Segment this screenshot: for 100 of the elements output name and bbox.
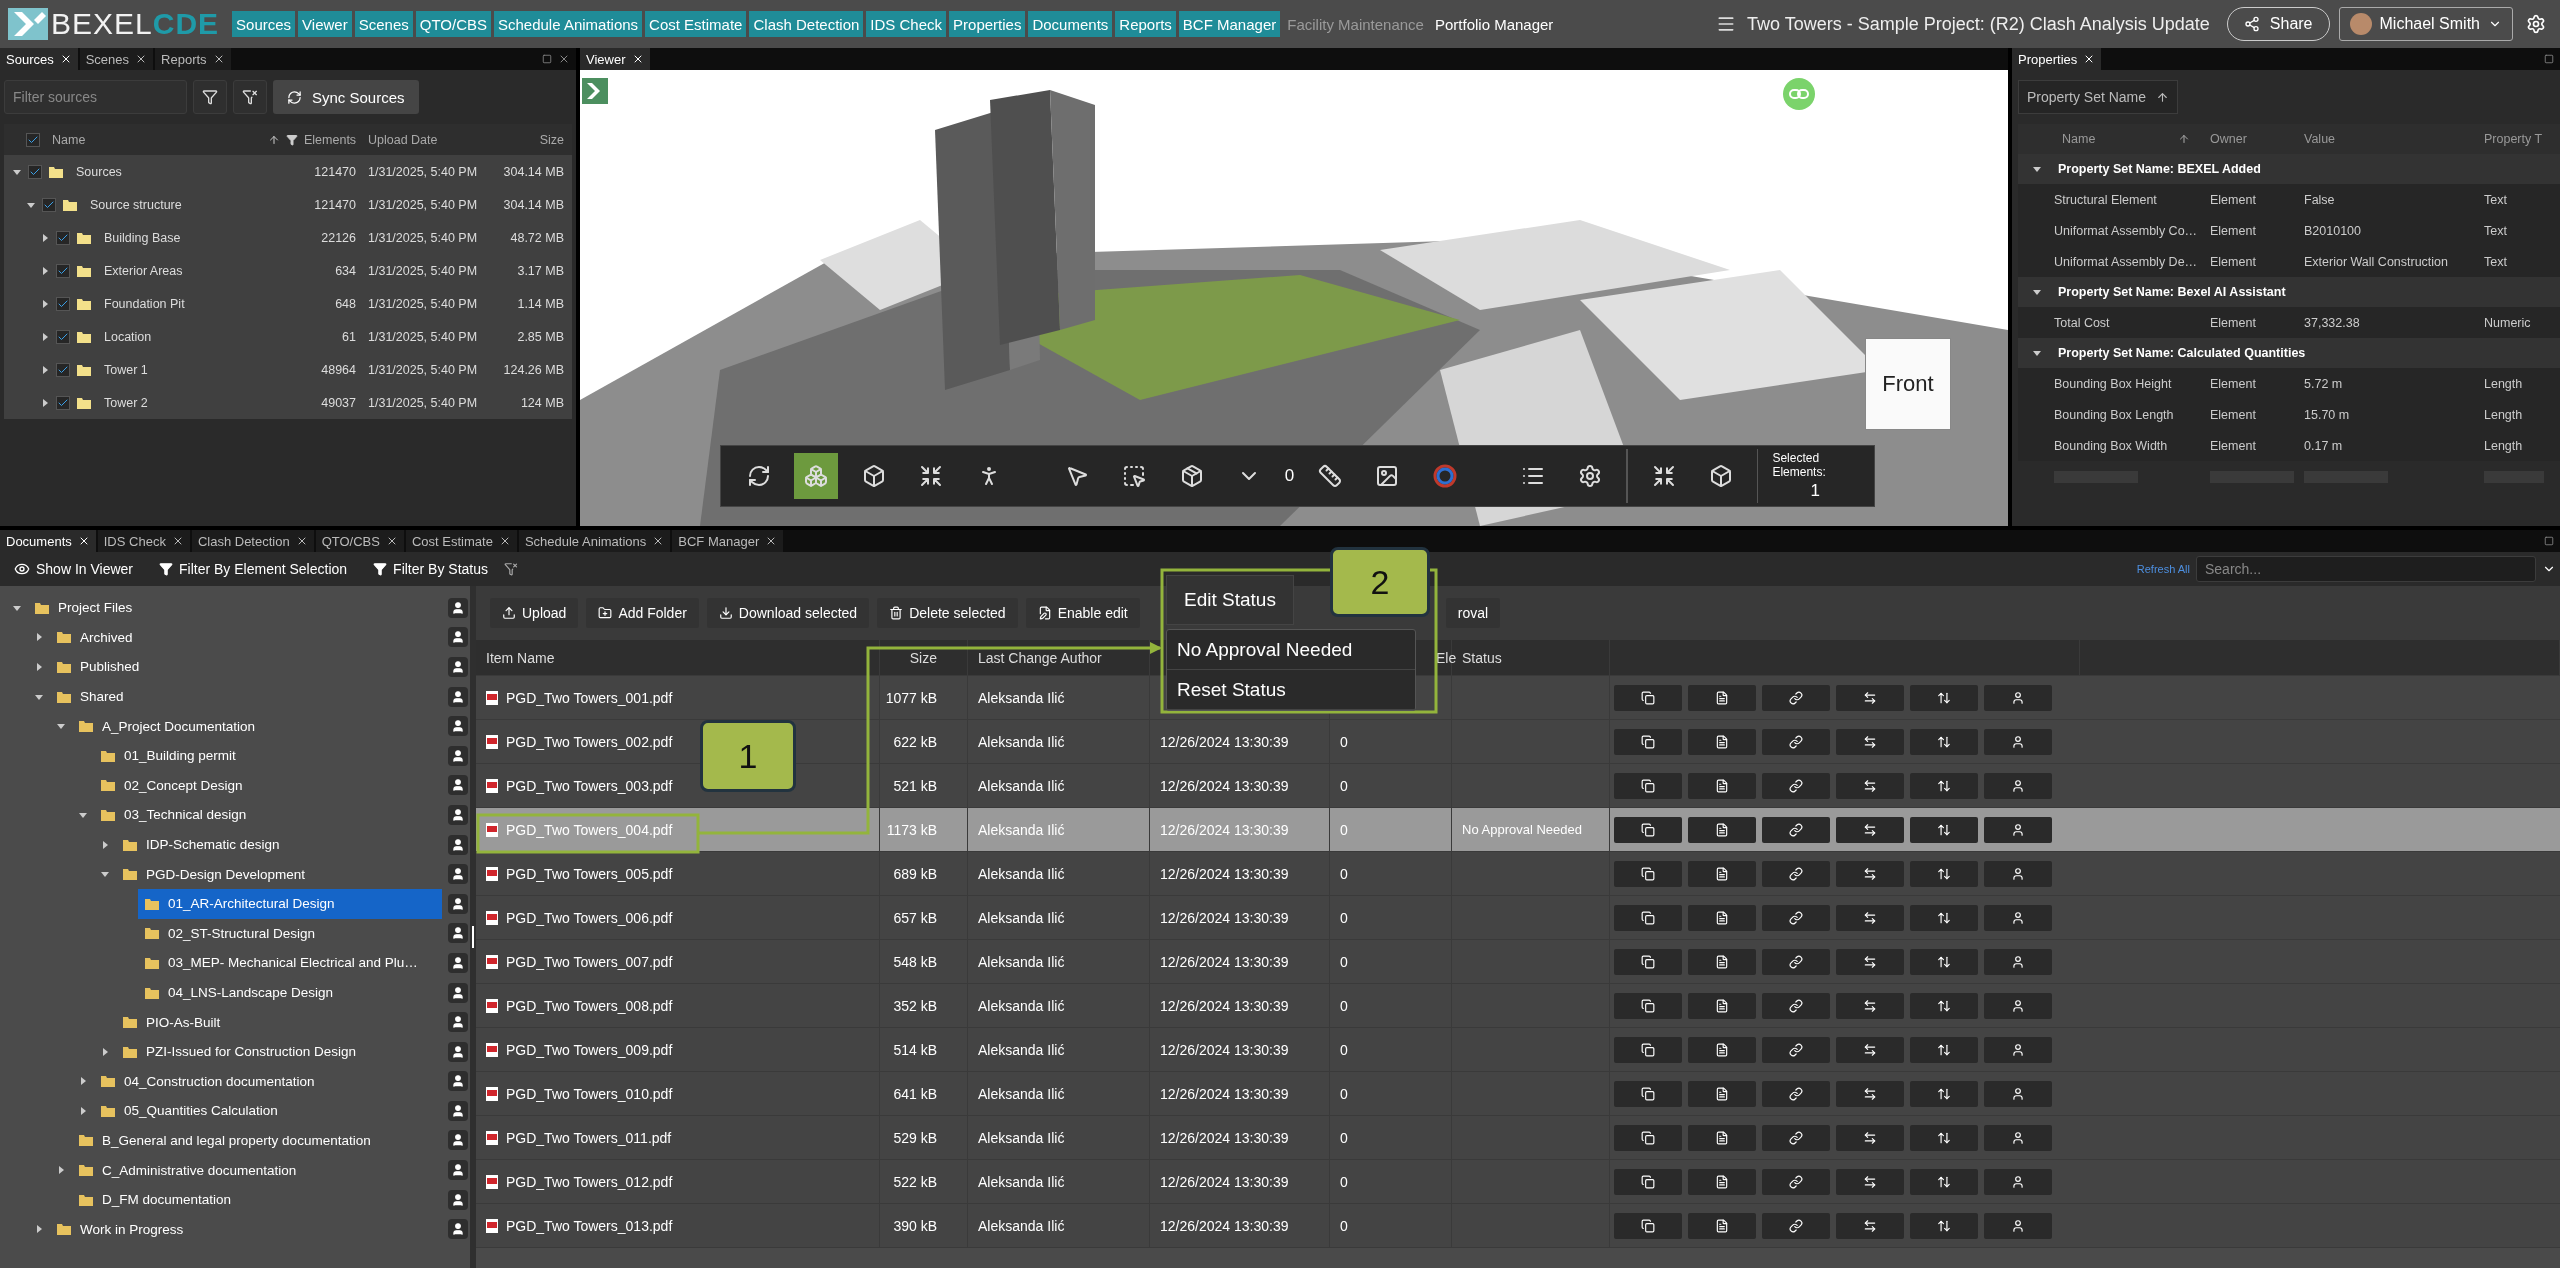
user-icon[interactable] [448, 1160, 468, 1181]
caret-icon[interactable] [100, 1046, 110, 1057]
left-right-arrows-button[interactable] [1836, 728, 1904, 755]
up-down-arrows-button[interactable] [1910, 684, 1978, 711]
user-button[interactable] [1984, 1080, 2052, 1107]
copy-button[interactable] [1614, 860, 1682, 887]
user-icon[interactable] [448, 864, 468, 885]
user-icon[interactable] [448, 1189, 468, 1210]
folder-item[interactable]: 02_Concept Design [94, 770, 442, 801]
caret-icon[interactable] [40, 232, 50, 243]
table-row[interactable]: PGD_Two Towers_006.pdf 657 kB Aleksanda Ilić 12/26/2024 13:30:39 0 [476, 896, 2560, 940]
user-icon[interactable] [448, 893, 468, 914]
user-button[interactable] [1984, 904, 2052, 931]
filter-button[interactable] [193, 80, 227, 114]
caret-icon[interactable] [78, 1105, 88, 1116]
nav-tab[interactable]: Cost Estimate [645, 11, 747, 37]
left-right-arrows-button[interactable] [1836, 1124, 1904, 1151]
folder-item[interactable]: B_General and legal property documentation [72, 1125, 442, 1156]
folder-item[interactable]: 01_Building permit [94, 740, 442, 771]
left-right-arrows-button[interactable] [1836, 1168, 1904, 1195]
caret-icon[interactable] [34, 662, 44, 672]
folder-item[interactable]: 05_Quantities Calculation [94, 1096, 442, 1126]
copy-button[interactable] [1614, 1212, 1682, 1239]
up-down-arrows-button[interactable] [1910, 992, 1978, 1019]
caret-icon[interactable] [2032, 164, 2042, 174]
document-button[interactable] [1688, 1168, 1756, 1195]
caret-icon[interactable] [40, 265, 50, 276]
link-button[interactable] [1762, 948, 1830, 975]
caret-icon[interactable] [34, 1224, 44, 1235]
user-button[interactable] [1984, 816, 2052, 843]
document-button[interactable] [1688, 1124, 1756, 1151]
link-button[interactable] [1762, 1036, 1830, 1063]
checkbox[interactable] [26, 132, 40, 147]
user-icon[interactable] [448, 1100, 468, 1121]
panel-tab[interactable]: IDS Check [97, 530, 190, 552]
checkbox[interactable] [42, 197, 56, 212]
user-icon[interactable] [448, 745, 468, 766]
up-down-arrows-button[interactable] [1910, 772, 1978, 799]
user-icon[interactable] [448, 1219, 468, 1240]
left-right-arrows-button[interactable] [1836, 772, 1904, 799]
user-button[interactable] [1984, 948, 2052, 975]
left-right-arrows-button[interactable] [1836, 1036, 1904, 1063]
caret-icon[interactable] [100, 839, 110, 850]
caret-icon[interactable] [40, 331, 50, 342]
action-button[interactable]: Enable edit [1025, 598, 1140, 628]
clear-filter-icon[interactable] [504, 562, 518, 576]
table-row[interactable]: PGD_Two Towers_008.pdf 352 kB Aleksanda Ilić 12/26/2024 13:30:39 0 [476, 984, 2560, 1028]
checkbox[interactable] [56, 362, 70, 377]
copy-button[interactable] [1614, 816, 1682, 843]
edit-status-button[interactable]: Edit Status [1166, 575, 1294, 625]
up-down-arrows-button[interactable] [1910, 1036, 1978, 1063]
folder-item[interactable]: C_Administrative documentation [72, 1155, 442, 1185]
user-button[interactable] [1984, 1124, 2052, 1151]
document-button[interactable] [1688, 1036, 1756, 1063]
nav-tab[interactable]: Reports [1115, 11, 1176, 37]
document-button[interactable] [1688, 1212, 1756, 1239]
search-field[interactable]: Search... [2196, 556, 2536, 582]
action-button[interactable]: Delete selected [877, 598, 1018, 628]
panel-tab[interactable]: Clash Detection [191, 530, 314, 552]
nav-tab[interactable]: Properties [949, 11, 1026, 37]
left-right-arrows-button[interactable] [1836, 1212, 1904, 1239]
document-button[interactable] [1688, 948, 1756, 975]
approval-button[interactable]: roval [1445, 598, 1501, 628]
document-button[interactable] [1688, 904, 1756, 931]
caret-icon[interactable] [40, 364, 50, 375]
user-button[interactable] [1984, 728, 2052, 755]
nav-tab[interactable]: IDS Check [866, 11, 947, 37]
refresh-link[interactable]: Refresh All [2136, 563, 2190, 575]
folder-item[interactable]: PZI-Issued for Construction Design [116, 1036, 442, 1067]
up-down-arrows-button[interactable] [1910, 860, 1978, 887]
link-button[interactable] [1762, 684, 1830, 711]
copy-button[interactable] [1614, 1036, 1682, 1063]
maximize-icon[interactable] [2544, 54, 2554, 64]
user-icon[interactable] [448, 716, 468, 737]
copy-button[interactable] [1614, 1124, 1682, 1151]
folder-item[interactable]: 03_Technical design [94, 800, 442, 830]
link-button[interactable] [1762, 1124, 1830, 1151]
user-icon[interactable] [448, 1012, 468, 1033]
left-right-arrows-button[interactable] [1836, 816, 1904, 843]
user-icon[interactable] [448, 923, 468, 944]
action-button[interactable]: Download selected [706, 598, 870, 628]
link-button[interactable] [1762, 992, 1830, 1019]
panel-tab[interactable]: Reports [155, 48, 231, 70]
user-icon[interactable] [448, 1041, 468, 1062]
up-down-arrows-button[interactable] [1910, 1124, 1978, 1151]
caret-icon[interactable] [2032, 287, 2042, 297]
folder-item[interactable]: PIO-As-Built [116, 1007, 442, 1037]
caret-icon[interactable] [34, 632, 44, 643]
up-down-arrows-button[interactable] [1910, 1212, 1978, 1239]
user-button[interactable] [1984, 860, 2052, 887]
folder-item[interactable]: IDP-Schematic design [116, 829, 442, 860]
nav-tab[interactable]: Documents [1028, 11, 1113, 37]
user-button[interactable] [1984, 772, 2052, 799]
caret-icon[interactable] [40, 298, 50, 309]
copy-button[interactable] [1614, 992, 1682, 1019]
document-button[interactable] [1688, 684, 1756, 711]
folder-item[interactable]: 04_Construction documentation [94, 1066, 442, 1097]
caret-icon[interactable] [2032, 348, 2042, 358]
checkbox[interactable] [56, 230, 70, 245]
user-icon[interactable] [448, 834, 468, 855]
